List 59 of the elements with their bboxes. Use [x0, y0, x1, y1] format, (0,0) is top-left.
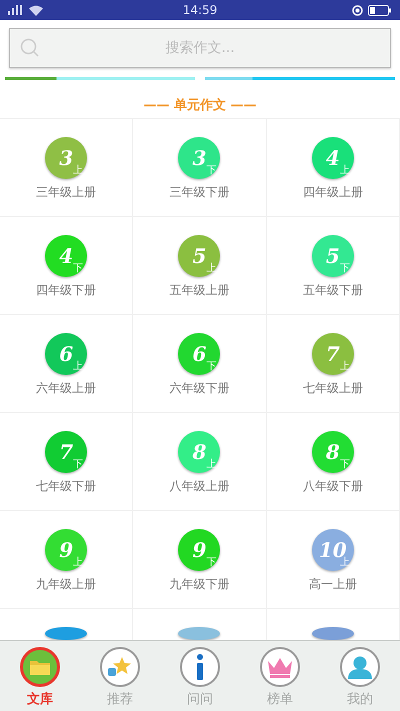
grade-number: 5 — [192, 246, 206, 266]
grade-label: 七年级下册 — [36, 478, 96, 495]
grade-label: 九年级上册 — [36, 576, 96, 593]
term-mark: 上 — [340, 362, 350, 372]
grade-label: 三年级下册 — [169, 184, 230, 201]
grade-label: 三年级上册 — [36, 184, 96, 201]
term-mark: 上 — [73, 558, 84, 568]
grade-number: 10 — [318, 540, 347, 560]
term-mark: 上 — [73, 166, 84, 176]
person-icon — [347, 655, 373, 679]
grade-label: 高一上册 — [308, 576, 357, 593]
grade-number: 8 — [326, 442, 340, 462]
tab-item[interactable]: 文库 — [5, 647, 75, 708]
term-mark: 下 — [206, 558, 216, 568]
grade-label: 九年级下册 — [169, 576, 230, 593]
search-field[interactable]: 搜索作文... — [9, 28, 391, 68]
grade-number: 3 — [192, 148, 206, 168]
folder-icon — [29, 658, 51, 676]
term-mark: 上 — [73, 362, 84, 372]
battery-icon — [368, 4, 392, 16]
term-mark: 下 — [73, 264, 84, 274]
grade-number: 5 — [326, 246, 340, 266]
term-mark: 下 — [206, 166, 216, 176]
section-title: —— 单元作文 —— — [143, 98, 257, 113]
grade-tile[interactable]: 10上 高一上册 — [266, 511, 400, 609]
grade-number: 3 — [59, 148, 74, 168]
grade-number: 8 — [192, 442, 206, 462]
term-mark: 上 — [206, 264, 216, 274]
grade-label: 四年级下册 — [36, 282, 96, 299]
term-mark: 上 — [340, 166, 350, 176]
grade-label: 六年级上册 — [36, 380, 96, 397]
term-mark: 上 — [206, 460, 216, 470]
grade-label: 五年级下册 — [302, 282, 363, 299]
alarm-icon — [352, 4, 363, 16]
crown-icon — [266, 656, 294, 678]
grade-label: 四年级上册 — [302, 184, 363, 201]
signal-icon — [8, 5, 24, 15]
term-mark: 下 — [73, 460, 84, 470]
grade-number: 7 — [59, 442, 74, 462]
grade-label: 八年级上册 — [169, 478, 230, 495]
grade-number: 7 — [326, 344, 340, 364]
grade-label: 六年级下册 — [169, 380, 230, 397]
term-mark: 上 — [340, 558, 350, 568]
hand-star-icon — [107, 656, 133, 678]
info-icon — [195, 654, 205, 680]
grade-number: 4 — [59, 246, 74, 266]
term-mark: 下 — [340, 264, 350, 274]
term-mark: 下 — [206, 362, 216, 372]
clock-time: 14:59 — [182, 3, 218, 17]
grade-label: 七年级上册 — [302, 380, 363, 397]
grade-number: 6 — [59, 344, 74, 364]
grade-label: 八年级下册 — [302, 478, 363, 495]
grade-number: 9 — [59, 540, 74, 560]
grade-label: 五年级上册 — [169, 282, 230, 299]
grade-number: 4 — [326, 148, 340, 168]
grade-number: 6 — [192, 344, 206, 364]
term-mark: 下 — [340, 460, 350, 470]
grade-number: 9 — [192, 540, 206, 560]
wifi-icon — [29, 4, 43, 16]
